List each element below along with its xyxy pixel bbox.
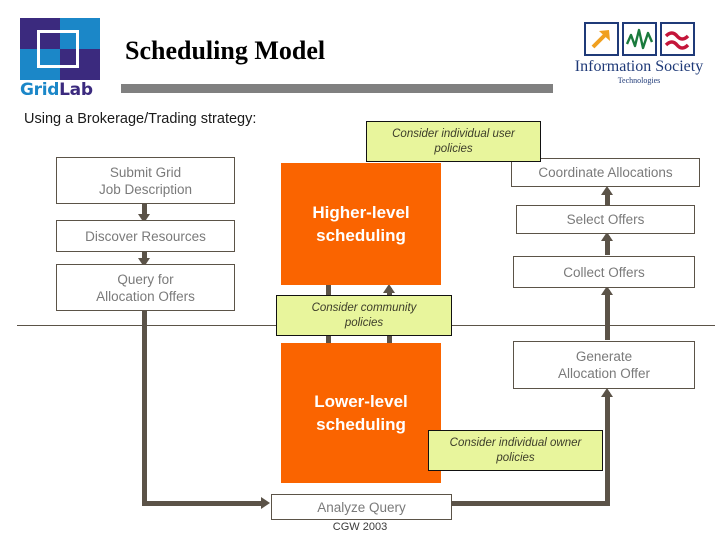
gridlab-wordmark-grid: Grid [20,80,60,100]
arrowhead-higher-level-scheduling [383,284,395,293]
box-line-1: Coordinate Allocations [538,165,673,180]
box-generate-allocation-offer[interactable]: Generate Allocation Offer [513,341,695,389]
gridlab-wordmark-lab: Lab [59,80,93,100]
arrow-up-right-icon [584,22,619,56]
intro-text: Using a Brokerage/Trading strategy: [24,111,257,127]
callout-line-2: policies [344,316,384,329]
box-select-offers[interactable]: Select Offers [516,205,695,234]
connector-generate-to-collect [605,290,610,340]
callout-consider-individual-owner-policies[interactable]: Consider individual owner policies [428,430,603,471]
connector-query-down [142,311,147,506]
box-line-1: Collect Offers [563,264,645,280]
logo-white-frame [37,30,79,68]
callout-line-1: Consider individual user [392,127,515,140]
box-query-for-allocation-offers[interactable]: Query for Allocation Offers [56,264,235,311]
box-line-2: Allocation Offers [96,288,195,304]
callout-line-2: policies [434,142,473,155]
gridlab-squares-icon [20,18,100,80]
box-submit-grid-job-description[interactable]: Submit Grid Job Description [56,157,235,204]
connector-query-to-analyze [142,501,264,506]
box-collect-offers[interactable]: Collect Offers [513,256,695,288]
slide-canvas: GridLab Scheduling Model Information Soc… [0,0,720,540]
information-society-technologies-logo: Information Society Technologies [568,22,710,90]
box-line-1: Lower-level [314,392,408,411]
box-line-2: Job Description [98,181,193,197]
title-underline-bar [121,84,553,93]
box-line-1: Discover Resources [85,228,206,244]
callout-consider-community-policies[interactable]: Consider community policies [276,295,452,336]
box-discover-resources[interactable]: Discover Resources [56,220,235,252]
ist-logo-subtitle: Technologies [617,76,661,85]
slide-footer: CGW 2003 [332,521,388,533]
ist-icon-row [584,22,696,56]
box-lower-level-scheduling[interactable]: Lower-level scheduling [281,343,441,483]
box-line-1: Generate [575,349,633,364]
box-line-1: Select Offers [566,212,645,227]
double-wave-icon [660,22,695,56]
connector-generate-up [605,392,610,506]
arrowhead-coordinate-allocations [601,186,613,195]
box-coordinate-allocations[interactable]: Coordinate Allocations [511,158,700,187]
ist-logo-name: Information Society [574,58,704,75]
callout-line-2: policies [496,451,535,464]
arrowhead-generate-allocation-offer [601,388,613,397]
zigzag-line-icon [622,22,657,56]
connector-analyze-to-generate [452,501,610,506]
callout-line-1: Consider individual owner [449,436,582,449]
page-title: Scheduling Model [125,36,326,65]
box-higher-level-scheduling[interactable]: Higher-level scheduling [281,163,441,285]
gridlab-wordmark: GridLab [20,80,100,100]
box-line-1: Query for [117,271,174,287]
callout-consider-individual-user-policies[interactable]: Consider individual user policies [366,121,541,162]
box-line-2: scheduling [316,415,406,434]
gridlab-logo: GridLab [20,18,100,100]
arrowhead-analyze-query [261,497,270,509]
box-line-1: Submit Grid [109,164,182,180]
box-line-1: Analyze Query [317,499,406,515]
box-line-2: Allocation Offer [557,366,651,381]
box-line-1: Higher-level [312,203,410,222]
callout-line-1: Consider community [311,301,417,314]
box-analyze-query[interactable]: Analyze Query [271,494,452,520]
box-line-2: scheduling [316,226,406,245]
